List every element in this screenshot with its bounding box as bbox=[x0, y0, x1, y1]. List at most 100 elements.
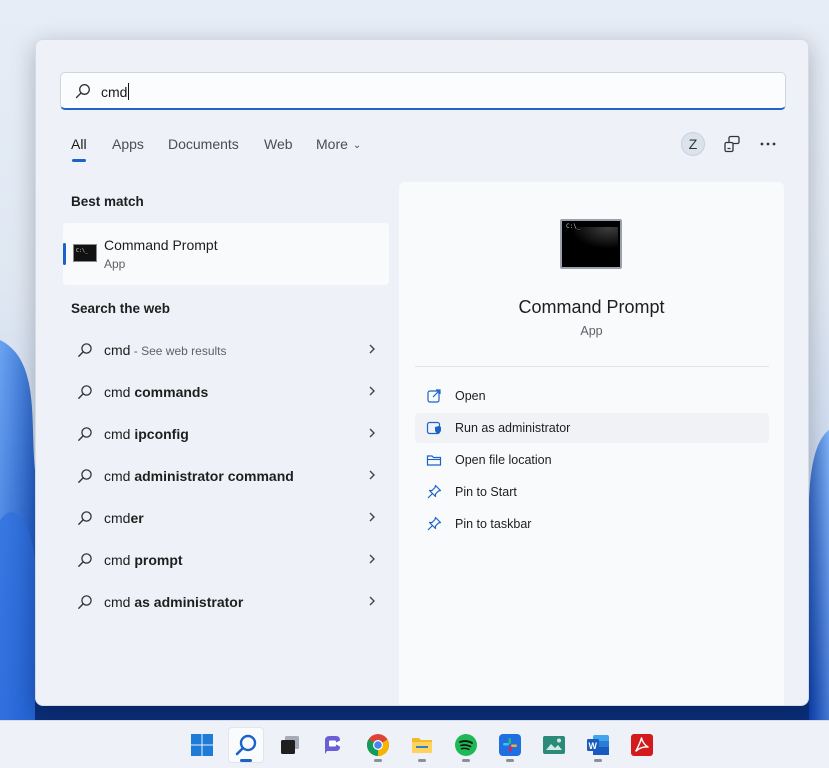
running-indicator bbox=[506, 759, 514, 762]
web-result-item[interactable]: cmd as administrator bbox=[72, 585, 377, 619]
acrobat-button[interactable] bbox=[624, 727, 660, 763]
taskbar-search-button[interactable] bbox=[228, 727, 264, 763]
result-completion: as administrator bbox=[134, 594, 244, 610]
open-external-icon bbox=[427, 389, 441, 403]
action-label: Open file location bbox=[455, 453, 552, 467]
tab-apps[interactable]: Apps bbox=[112, 136, 144, 152]
best-match-type: App bbox=[104, 257, 126, 271]
spotify-button[interactable] bbox=[448, 727, 484, 763]
chrome-icon bbox=[367, 734, 389, 756]
result-prefix: cmd bbox=[104, 552, 135, 568]
search-query-text: cmd bbox=[101, 84, 128, 100]
file-explorer-icon bbox=[412, 738, 432, 753]
web-result-item[interactable]: cmd prompt bbox=[72, 543, 377, 577]
action-open[interactable]: Open bbox=[415, 381, 769, 411]
search-icon bbox=[78, 427, 92, 441]
active-tab-indicator bbox=[72, 159, 86, 162]
result-prefix: cmd bbox=[104, 510, 131, 526]
chevron-down-icon: ⌄ bbox=[352, 140, 362, 151]
search-input[interactable]: cmd bbox=[60, 72, 786, 110]
word-button[interactable]: W bbox=[580, 727, 616, 763]
word-icon: W bbox=[587, 735, 609, 755]
web-result-item[interactable]: cmd commands bbox=[72, 375, 377, 409]
result-completion: ipconfig bbox=[134, 426, 189, 442]
svg-text:W: W bbox=[589, 741, 598, 751]
chrome-button[interactable] bbox=[360, 727, 396, 763]
search-icon bbox=[78, 469, 92, 483]
tab-documents[interactable]: Documents bbox=[168, 136, 239, 152]
slack-icon bbox=[499, 734, 521, 756]
action-pin-to-start[interactable]: Pin to Start bbox=[415, 477, 769, 507]
result-prefix: cmd bbox=[104, 468, 135, 484]
text-caret bbox=[128, 83, 130, 100]
task-view-icon bbox=[281, 736, 299, 754]
acrobat-icon bbox=[631, 734, 653, 756]
more-options-icon[interactable] bbox=[758, 134, 778, 154]
slack-button[interactable] bbox=[492, 727, 528, 763]
search-icon bbox=[235, 734, 257, 756]
detail-title: Command Prompt bbox=[518, 297, 665, 317]
chevron-right-icon bbox=[369, 596, 375, 606]
action-run-as-administrator[interactable]: Run as administrator bbox=[415, 413, 769, 443]
action-label: Open bbox=[455, 389, 486, 403]
result-completion: administrator command bbox=[134, 468, 294, 484]
start-button[interactable] bbox=[184, 727, 220, 763]
web-result-item[interactable]: cmder bbox=[72, 501, 377, 535]
action-label: Pin to Start bbox=[455, 485, 517, 499]
running-indicator bbox=[462, 759, 470, 762]
web-result-item[interactable]: cmd ipconfig bbox=[72, 417, 377, 451]
chevron-right-icon bbox=[369, 386, 375, 396]
chevron-right-icon bbox=[369, 428, 375, 438]
web-result-item[interactable]: cmd administrator command bbox=[72, 459, 377, 493]
result-completion: commands bbox=[134, 384, 209, 400]
active-indicator bbox=[240, 759, 252, 762]
folder-icon bbox=[426, 455, 442, 466]
search-icon bbox=[78, 385, 92, 399]
spotify-icon bbox=[455, 734, 477, 756]
tab-all[interactable]: All bbox=[71, 136, 87, 152]
running-indicator bbox=[594, 759, 602, 762]
search-icon bbox=[78, 511, 92, 525]
account-avatar[interactable]: Z bbox=[681, 132, 705, 156]
running-indicator bbox=[374, 759, 382, 762]
result-prefix: cmd bbox=[104, 384, 135, 400]
share-devices-icon[interactable] bbox=[722, 134, 742, 154]
detail-subtitle: App bbox=[580, 324, 603, 338]
search-icon bbox=[78, 553, 92, 567]
tab-more[interactable]: More ⌄ bbox=[316, 136, 361, 152]
action-pin-to-taskbar[interactable]: Pin to taskbar bbox=[415, 509, 769, 539]
result-prefix: cmd bbox=[104, 594, 135, 610]
action-open-file-location[interactable]: Open file location bbox=[415, 445, 769, 475]
search-icon bbox=[78, 595, 92, 609]
app-detail-pane: C:\_ Command Prompt App Open Run as admi… bbox=[399, 182, 784, 705]
chevron-right-icon bbox=[369, 344, 375, 354]
result-completion: er bbox=[130, 510, 144, 526]
svg-text:C:\_: C:\_ bbox=[76, 248, 89, 254]
running-indicator bbox=[418, 759, 426, 762]
best-match-heading: Best match bbox=[71, 194, 144, 209]
command-prompt-icon: C:\_ bbox=[560, 219, 622, 269]
image-app-button[interactable] bbox=[536, 727, 572, 763]
web-result-item[interactable]: cmd - See web results bbox=[72, 333, 377, 367]
search-icon bbox=[78, 343, 92, 357]
shield-window-icon bbox=[426, 421, 441, 435]
best-match-item[interactable]: C:\_ Command Prompt App bbox=[63, 223, 389, 285]
chevron-right-icon bbox=[369, 554, 375, 564]
result-completion: prompt bbox=[134, 552, 183, 568]
tab-more-label: More bbox=[316, 136, 348, 152]
image-app-icon bbox=[543, 736, 565, 754]
task-view-button[interactable] bbox=[272, 727, 308, 763]
file-explorer-button[interactable] bbox=[404, 727, 440, 763]
pin-icon bbox=[427, 484, 442, 499]
search-icon bbox=[75, 84, 90, 99]
chat-button[interactable] bbox=[316, 727, 352, 763]
command-prompt-icon: C:\_ bbox=[73, 244, 97, 262]
selection-indicator bbox=[63, 243, 66, 265]
tab-web[interactable]: Web bbox=[264, 136, 293, 152]
result-prefix: cmd bbox=[104, 426, 135, 442]
pin-icon bbox=[427, 516, 442, 531]
action-label: Run as administrator bbox=[455, 421, 571, 435]
divider bbox=[415, 366, 769, 367]
teams-chat-icon bbox=[325, 736, 340, 754]
chevron-right-icon bbox=[369, 512, 375, 522]
